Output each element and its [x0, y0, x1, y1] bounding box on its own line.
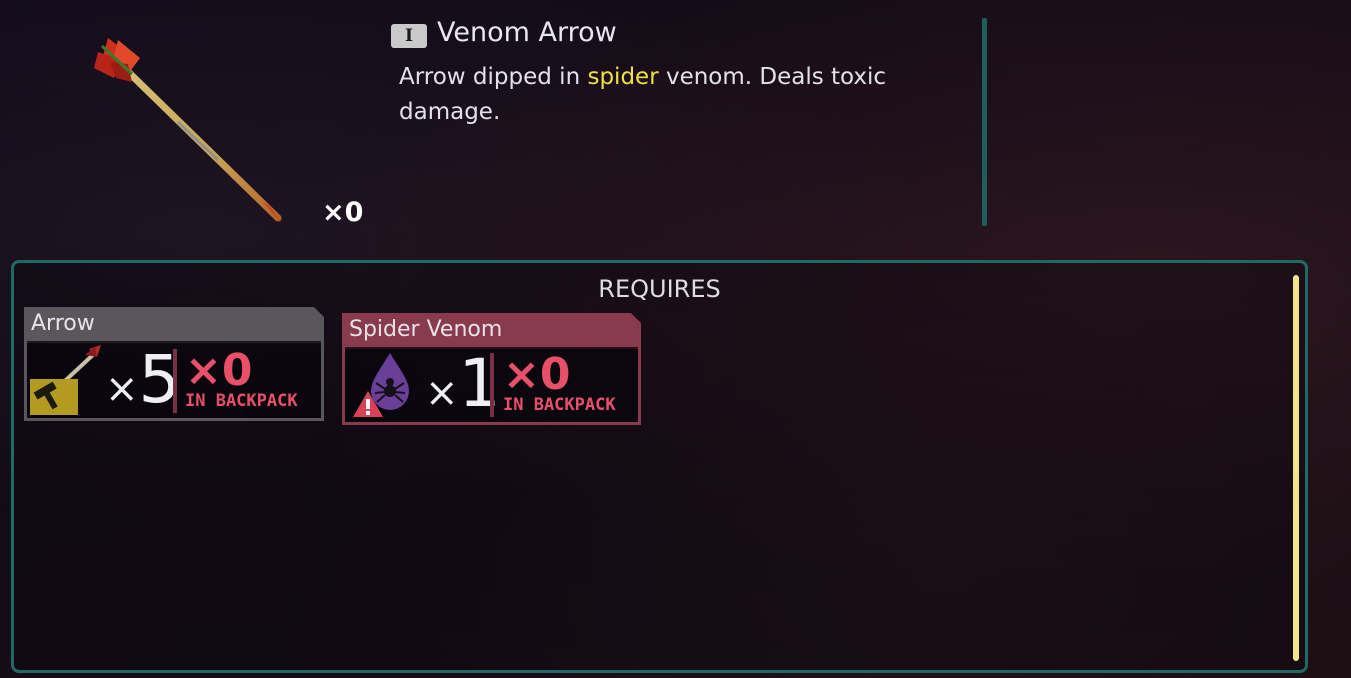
multiplier-sign: × [425, 370, 459, 416]
ingredient-name: Spider Venom [342, 313, 641, 349]
item-owned-count: ×0 [322, 197, 364, 228]
multiplier-value: 1 [458, 345, 501, 422]
warning-icon [351, 389, 385, 419]
owned-quantity: ×0 [185, 345, 253, 396]
description-highlight: spider [587, 64, 659, 90]
ingredient-body: ×5 ×0 IN BACKPACK [24, 341, 324, 421]
scrollbar[interactable] [1293, 275, 1299, 661]
description-text: Arrow dipped in [399, 64, 588, 90]
card-separator [490, 353, 494, 417]
card-separator [173, 349, 177, 413]
owned-quantity: ×0 [503, 349, 571, 400]
ingredient-body: ×1 ×0 IN BACKPACK [342, 347, 641, 425]
multiplier-sign: × [105, 366, 139, 412]
ingredient-card-arrow[interactable]: Arrow ×5 ×0 IN BACKPACK [24, 307, 324, 421]
requires-title: REQUIRES [598, 275, 721, 303]
item-description: Arrow dipped in spider venom. Deals toxi… [399, 60, 959, 130]
tier-badge: I [391, 24, 427, 48]
required-quantity: ×5 [105, 347, 181, 413]
item-title: Venom Arrow [437, 17, 617, 48]
venom-arrow-icon [88, 30, 298, 230]
ingredient-name: Arrow [24, 307, 324, 343]
owned-location: IN BACKPACK [185, 391, 298, 411]
owned-location: IN BACKPACK [503, 395, 616, 415]
ingredient-card-spider-venom[interactable]: Spider Venom ×1 ×0 IN BACKPACK [342, 313, 641, 425]
header-divider [982, 18, 987, 226]
hammer-icon [30, 379, 78, 415]
